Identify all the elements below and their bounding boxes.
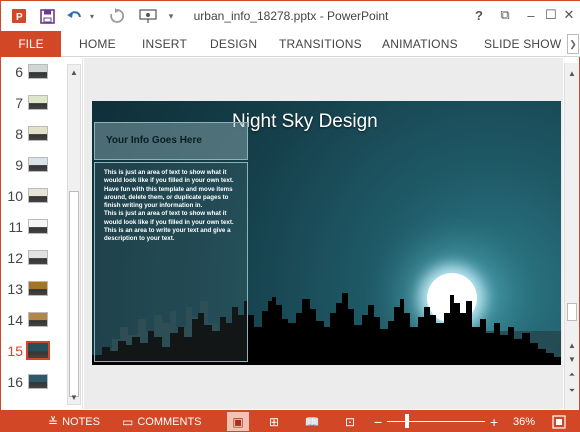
thumbnail-scrollbar[interactable]: ▲ ▼	[67, 64, 81, 405]
tab-transitions[interactable]: TRANSITIONS	[279, 31, 362, 57]
slide-thumbnail-image[interactable]	[28, 157, 48, 172]
slide-number: 6	[15, 64, 23, 80]
zoom-slider-handle[interactable]	[404, 414, 409, 428]
slide-thumbnail-pane: 6 7 8 9 10 11 12 13 14 15 16 ▲ ▼	[1, 58, 83, 409]
fit-slide-icon[interactable]	[552, 410, 566, 432]
tab-animations[interactable]: ANIMATIONS	[382, 31, 458, 57]
slide-thumbnail-item[interactable]: 10	[1, 182, 65, 212]
tab-home[interactable]: HOME	[79, 31, 116, 57]
slide-title[interactable]: Night Sky Design	[232, 111, 561, 133]
zoom-slider[interactable]	[387, 421, 485, 422]
comment-icon: ▭	[122, 414, 134, 429]
slide-thumbnail-image[interactable]	[28, 281, 48, 296]
info-header-box[interactable]: Your Info Goes Here	[94, 122, 248, 160]
scroll-up-icon[interactable]: ▲	[566, 339, 578, 351]
scroll-down-icon[interactable]: ▼	[566, 353, 578, 365]
slide-thumbnail-item[interactable]: 15	[1, 337, 65, 367]
slide-number: 13	[7, 281, 23, 297]
slide-number: 11	[8, 219, 23, 235]
info-body-box[interactable]: This is just an area of text to show wha…	[94, 162, 248, 362]
slide-number: 10	[7, 188, 23, 204]
zoom-level[interactable]: 36%	[513, 410, 535, 432]
notes-icon: ≚	[48, 414, 59, 429]
slide-editing-area: Night Sky Design Your Info Goes Here Thi…	[84, 58, 563, 409]
slide-number: 7	[15, 95, 23, 111]
slide-thumbnail-item[interactable]: 8	[1, 120, 65, 150]
svg-text:P: P	[16, 12, 23, 23]
slide-thumbnail-image[interactable]	[28, 374, 48, 389]
slide-thumbnail-item[interactable]: 13	[1, 275, 65, 305]
reading-view-icon[interactable]: 📖	[301, 412, 323, 431]
slide-number: 9	[15, 157, 23, 173]
slide-number: 12	[7, 250, 23, 266]
next-slide-icon[interactable]: ⏷	[566, 385, 578, 397]
current-slide[interactable]: Night Sky Design Your Info Goes Here Thi…	[92, 101, 561, 365]
comments-label: COMMENTS	[137, 415, 202, 428]
ribbon-display-button[interactable]: ⧉	[493, 4, 517, 26]
notes-label: NOTES	[62, 415, 100, 428]
powerpoint-logo-icon: P	[9, 6, 29, 26]
status-bar: ≚ NOTES ▭ COMMENTS ▣ ⊞ 📖 ⊡ − + 36%	[1, 410, 580, 432]
zoom-in-icon[interactable]: +	[490, 410, 498, 432]
slide-sorter-view-icon[interactable]: ⊞	[263, 412, 285, 431]
slide-number: 15	[7, 343, 23, 359]
previous-slide-icon[interactable]: ⏶	[566, 369, 578, 381]
tab-slide-show[interactable]: SLIDE SHOW	[484, 31, 561, 57]
info-header-text: Your Info Goes Here	[106, 135, 202, 146]
info-body-text: This is just an area of text to show wha…	[104, 169, 234, 243]
slide-thumbnail-item[interactable]: 9	[1, 151, 65, 181]
title-bar: P ▾ ▾ urban_info_18278.pptx - PowerPoint…	[1, 1, 580, 31]
scroll-up-icon[interactable]: ▲	[68, 66, 80, 78]
redo-icon[interactable]	[107, 6, 127, 26]
slide-thumbnail-item[interactable]: 16	[1, 368, 65, 398]
close-button[interactable]: ✕	[557, 4, 580, 26]
slide-thumbnail-image[interactable]	[28, 312, 48, 327]
zoom-out-icon[interactable]: −	[374, 410, 382, 432]
slide-thumbnail-item[interactable]: 14	[1, 306, 65, 336]
ribbon-scroll-right-icon[interactable]: ❯	[567, 34, 579, 54]
tab-insert[interactable]: INSERT	[142, 31, 187, 57]
ribbon-tabs: FILE HOME INSERT DESIGN TRANSITIONS ANIM…	[1, 31, 580, 57]
slide-scrollbar[interactable]: ▲ ▲ ▼ ⏶ ⏷	[564, 63, 579, 409]
slide-number: 8	[15, 126, 23, 142]
scroll-up-icon[interactable]: ▲	[566, 67, 578, 79]
thumbnail-scroll-thumb[interactable]	[69, 191, 79, 397]
slide-thumbnail-image[interactable]	[28, 64, 48, 79]
help-button[interactable]: ?	[467, 4, 491, 26]
tab-file[interactable]: FILE	[1, 31, 61, 57]
slide-thumbnail-item[interactable]: 12	[1, 244, 65, 274]
slide-thumbnail-item[interactable]: 11	[1, 213, 65, 243]
save-icon[interactable]	[37, 6, 57, 26]
slide-thumbnail-item[interactable]: 7	[1, 89, 65, 119]
slide-number: 14	[7, 312, 23, 328]
powerpoint-window: P ▾ ▾ urban_info_18278.pptx - PowerPoint…	[0, 0, 580, 432]
slide-thumbnail-image[interactable]	[28, 95, 48, 110]
slide-thumbnail-item[interactable]: 6	[1, 58, 65, 88]
comments-button[interactable]: ▭ COMMENTS	[122, 410, 202, 432]
slide-thumbnail-image[interactable]	[28, 188, 48, 203]
slide-number: 16	[7, 374, 23, 390]
present-icon[interactable]	[137, 6, 159, 26]
slide-show-view-icon[interactable]: ⊡	[339, 412, 361, 431]
slide-thumbnail-image[interactable]	[28, 126, 48, 141]
undo-icon[interactable]	[65, 6, 85, 26]
slide-thumbnail-image[interactable]	[26, 341, 50, 360]
slide-scroll-thumb[interactable]	[567, 303, 577, 321]
scroll-down-icon[interactable]: ▼	[68, 391, 80, 403]
customize-icon[interactable]: ▾	[165, 6, 177, 26]
notes-button[interactable]: ≚ NOTES	[48, 410, 100, 432]
undo-dropdown-icon[interactable]: ▾	[87, 6, 97, 26]
slide-thumbnail-image[interactable]	[28, 250, 48, 265]
tab-design[interactable]: DESIGN	[210, 31, 257, 57]
slide-thumbnail-image[interactable]	[28, 219, 48, 234]
normal-view-icon[interactable]: ▣	[227, 412, 249, 431]
